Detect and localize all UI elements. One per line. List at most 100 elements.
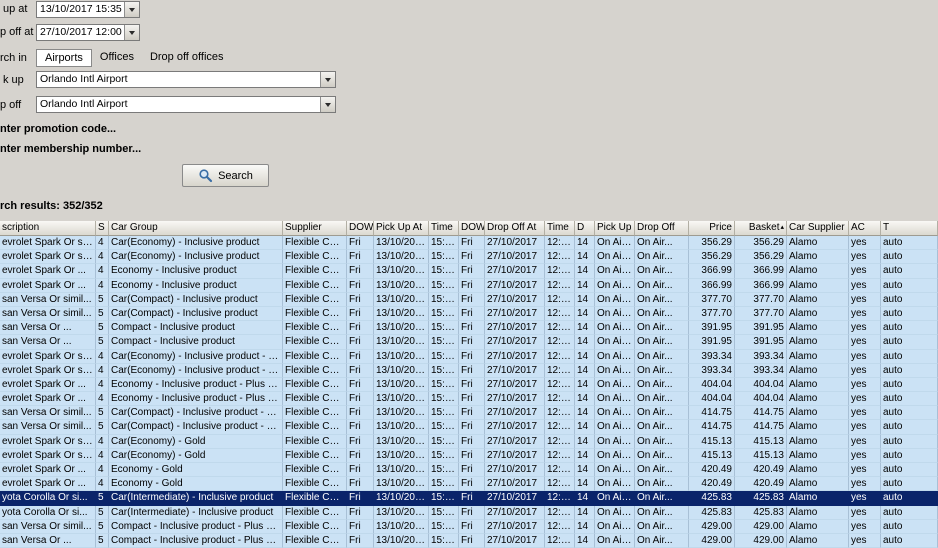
table-row[interactable]: yota Corolla Or si...5Car(Intermediate) … — [0, 506, 938, 520]
table-row[interactable]: san Versa Or simil...5Compact - Inclusiv… — [0, 520, 938, 534]
cell-desc: san Versa Or simil... — [0, 520, 96, 534]
cell-dropoff_time: 12:00 — [545, 534, 575, 548]
cell-dow1: Fri — [347, 534, 374, 548]
table-row[interactable]: evrolet Spark Or ...4Economy - GoldFlexi… — [0, 463, 938, 477]
column-header-pickup_time[interactable]: Time — [429, 221, 459, 236]
cell-pickup_loc: On Air... — [595, 435, 635, 449]
table-row[interactable]: evrolet Spark Or ...4Economy - GoldFlexi… — [0, 477, 938, 491]
cell-t: auto — [881, 378, 938, 392]
cell-dow2: Fri — [459, 463, 485, 477]
cell-d: 14 — [575, 236, 595, 250]
cell-t: auto — [881, 264, 938, 278]
cell-car_supplier: Alamo — [787, 293, 849, 307]
cell-ac: yes — [849, 264, 881, 278]
table-row[interactable]: san Versa Or ...5Compact - Inclusive pro… — [0, 321, 938, 335]
column-header-dow1[interactable]: DOW — [347, 221, 374, 236]
cell-desc: san Versa Or ... — [0, 534, 96, 548]
cell-t: auto — [881, 364, 938, 378]
table-row[interactable]: evrolet Spark Or ...4Economy - Inclusive… — [0, 264, 938, 278]
table-row[interactable]: san Versa Or simil...5Car(Compact) - Inc… — [0, 420, 938, 434]
table-row[interactable]: san Versa Or ...5Compact - Inclusive pro… — [0, 335, 938, 349]
promotion-code-field[interactable]: nter promotion code... — [0, 123, 116, 135]
cell-group: Economy - Gold — [109, 477, 283, 491]
cell-s: 5 — [96, 406, 109, 420]
table-row[interactable]: evrolet Spark Or si...4Car(Economy) - In… — [0, 350, 938, 364]
cell-dow1: Fri — [347, 250, 374, 264]
cell-desc: evrolet Spark Or ... — [0, 463, 96, 477]
cell-s: 5 — [96, 491, 109, 505]
tab-offices[interactable]: Offices — [92, 49, 142, 67]
cell-group: Car(Economy) - Inclusive product — [109, 236, 283, 250]
column-header-price[interactable]: Price — [689, 221, 735, 236]
column-header-dow2[interactable]: DOW — [459, 221, 485, 236]
cell-t: auto — [881, 449, 938, 463]
cell-s: 4 — [96, 236, 109, 250]
cell-pickup_date: 13/10/2017 — [374, 350, 429, 364]
column-header-basket[interactable]: Basket▴ — [735, 221, 787, 236]
column-header-dropoff_time[interactable]: Time — [545, 221, 575, 236]
cell-s: 4 — [96, 378, 109, 392]
table-row[interactable]: evrolet Spark Or si...4Car(Economy) - In… — [0, 364, 938, 378]
table-row[interactable]: san Versa Or simil...5Car(Compact) - Inc… — [0, 293, 938, 307]
cell-pickup_date: 13/10/2017 — [374, 307, 429, 321]
cell-pickup_time: 15:35 — [429, 534, 459, 548]
cell-dow2: Fri — [459, 520, 485, 534]
column-header-d[interactable]: D — [575, 221, 595, 236]
cell-pickup_loc: On Air... — [595, 534, 635, 548]
pickup-datetime-field[interactable]: 13/10/2017 15:35 — [36, 1, 140, 18]
table-row[interactable]: san Versa Or ...5Compact - Inclusive pro… — [0, 534, 938, 548]
table-row[interactable]: evrolet Spark Or si...4Car(Economy) - Go… — [0, 449, 938, 463]
tab-airports[interactable]: Airports — [36, 49, 92, 67]
column-header-group[interactable]: Car Group — [109, 221, 283, 236]
table-row[interactable]: yota Corolla Or si...5Car(Intermediate) … — [0, 491, 938, 505]
cell-group: Car(Compact) - Inclusive product - Pl... — [109, 406, 283, 420]
dropoff-datetime-field[interactable]: 27/10/2017 12:00 — [36, 24, 140, 41]
cell-ac: yes — [849, 420, 881, 434]
table-row[interactable]: evrolet Spark Or ...4Economy - Inclusive… — [0, 279, 938, 293]
column-header-t[interactable]: T — [881, 221, 938, 236]
column-header-s[interactable]: S — [96, 221, 109, 236]
dropoff-location-select[interactable]: Orlando Intl Airport — [36, 96, 336, 113]
cell-group: Compact - Inclusive product - Plus Ex... — [109, 520, 283, 534]
cell-pickup_loc: On Air... — [595, 293, 635, 307]
column-header-pickup_loc[interactable]: Pick Up — [595, 221, 635, 236]
chevron-down-icon[interactable] — [320, 97, 335, 112]
column-header-car_supplier[interactable]: Car Supplier — [787, 221, 849, 236]
cell-group: Economy - Gold — [109, 463, 283, 477]
pickup-location-select[interactable]: Orlando Intl Airport — [36, 71, 336, 88]
cell-dow1: Fri — [347, 420, 374, 434]
cell-s: 5 — [96, 420, 109, 434]
column-header-pickup_date[interactable]: Pick Up At — [374, 221, 429, 236]
search-button[interactable]: Search — [182, 164, 269, 187]
membership-number-field[interactable]: nter membership number... — [0, 143, 141, 155]
cell-dow1: Fri — [347, 364, 374, 378]
column-header-ac[interactable]: AC — [849, 221, 881, 236]
cell-dropoff_loc: On Air... — [635, 250, 689, 264]
cell-s: 4 — [96, 264, 109, 278]
chevron-down-icon[interactable] — [124, 2, 139, 17]
column-header-desc[interactable]: scription — [0, 221, 96, 236]
tab-drop-off-offices[interactable]: Drop off offices — [142, 49, 232, 67]
chevron-down-icon[interactable] — [320, 72, 335, 87]
column-header-supplier[interactable]: Supplier — [283, 221, 347, 236]
cell-dropoff_date: 27/10/2017 — [485, 534, 545, 548]
table-row[interactable]: evrolet Spark Or ...4Economy - Inclusive… — [0, 392, 938, 406]
table-row[interactable]: san Versa Or simil...5Car(Compact) - Inc… — [0, 406, 938, 420]
pickup-location-label: k up — [3, 74, 24, 86]
cell-dropoff_loc: On Air... — [635, 392, 689, 406]
table-row[interactable]: evrolet Spark Or si...4Car(Economy) - In… — [0, 250, 938, 264]
table-row[interactable]: san Versa Or simil...5Car(Compact) - Inc… — [0, 307, 938, 321]
cell-basket: 415.13 — [735, 449, 787, 463]
cell-pickup_date: 13/10/2017 — [374, 392, 429, 406]
cell-pickup_date: 13/10/2017 — [374, 279, 429, 293]
table-row[interactable]: evrolet Spark Or ...4Economy - Inclusive… — [0, 378, 938, 392]
cell-supplier: Flexible Car... — [283, 534, 347, 548]
column-header-dropoff_loc[interactable]: Drop Off — [635, 221, 689, 236]
chevron-down-icon[interactable] — [124, 25, 139, 40]
cell-t: auto — [881, 350, 938, 364]
table-row[interactable]: evrolet Spark Or si...4Car(Economy) - Go… — [0, 435, 938, 449]
table-row[interactable]: evrolet Spark Or si...4Car(Economy) - In… — [0, 236, 938, 250]
cell-dropoff_time: 12:00 — [545, 406, 575, 420]
cell-group: Compact - Inclusive product — [109, 321, 283, 335]
column-header-dropoff_date[interactable]: Drop Off At — [485, 221, 545, 236]
